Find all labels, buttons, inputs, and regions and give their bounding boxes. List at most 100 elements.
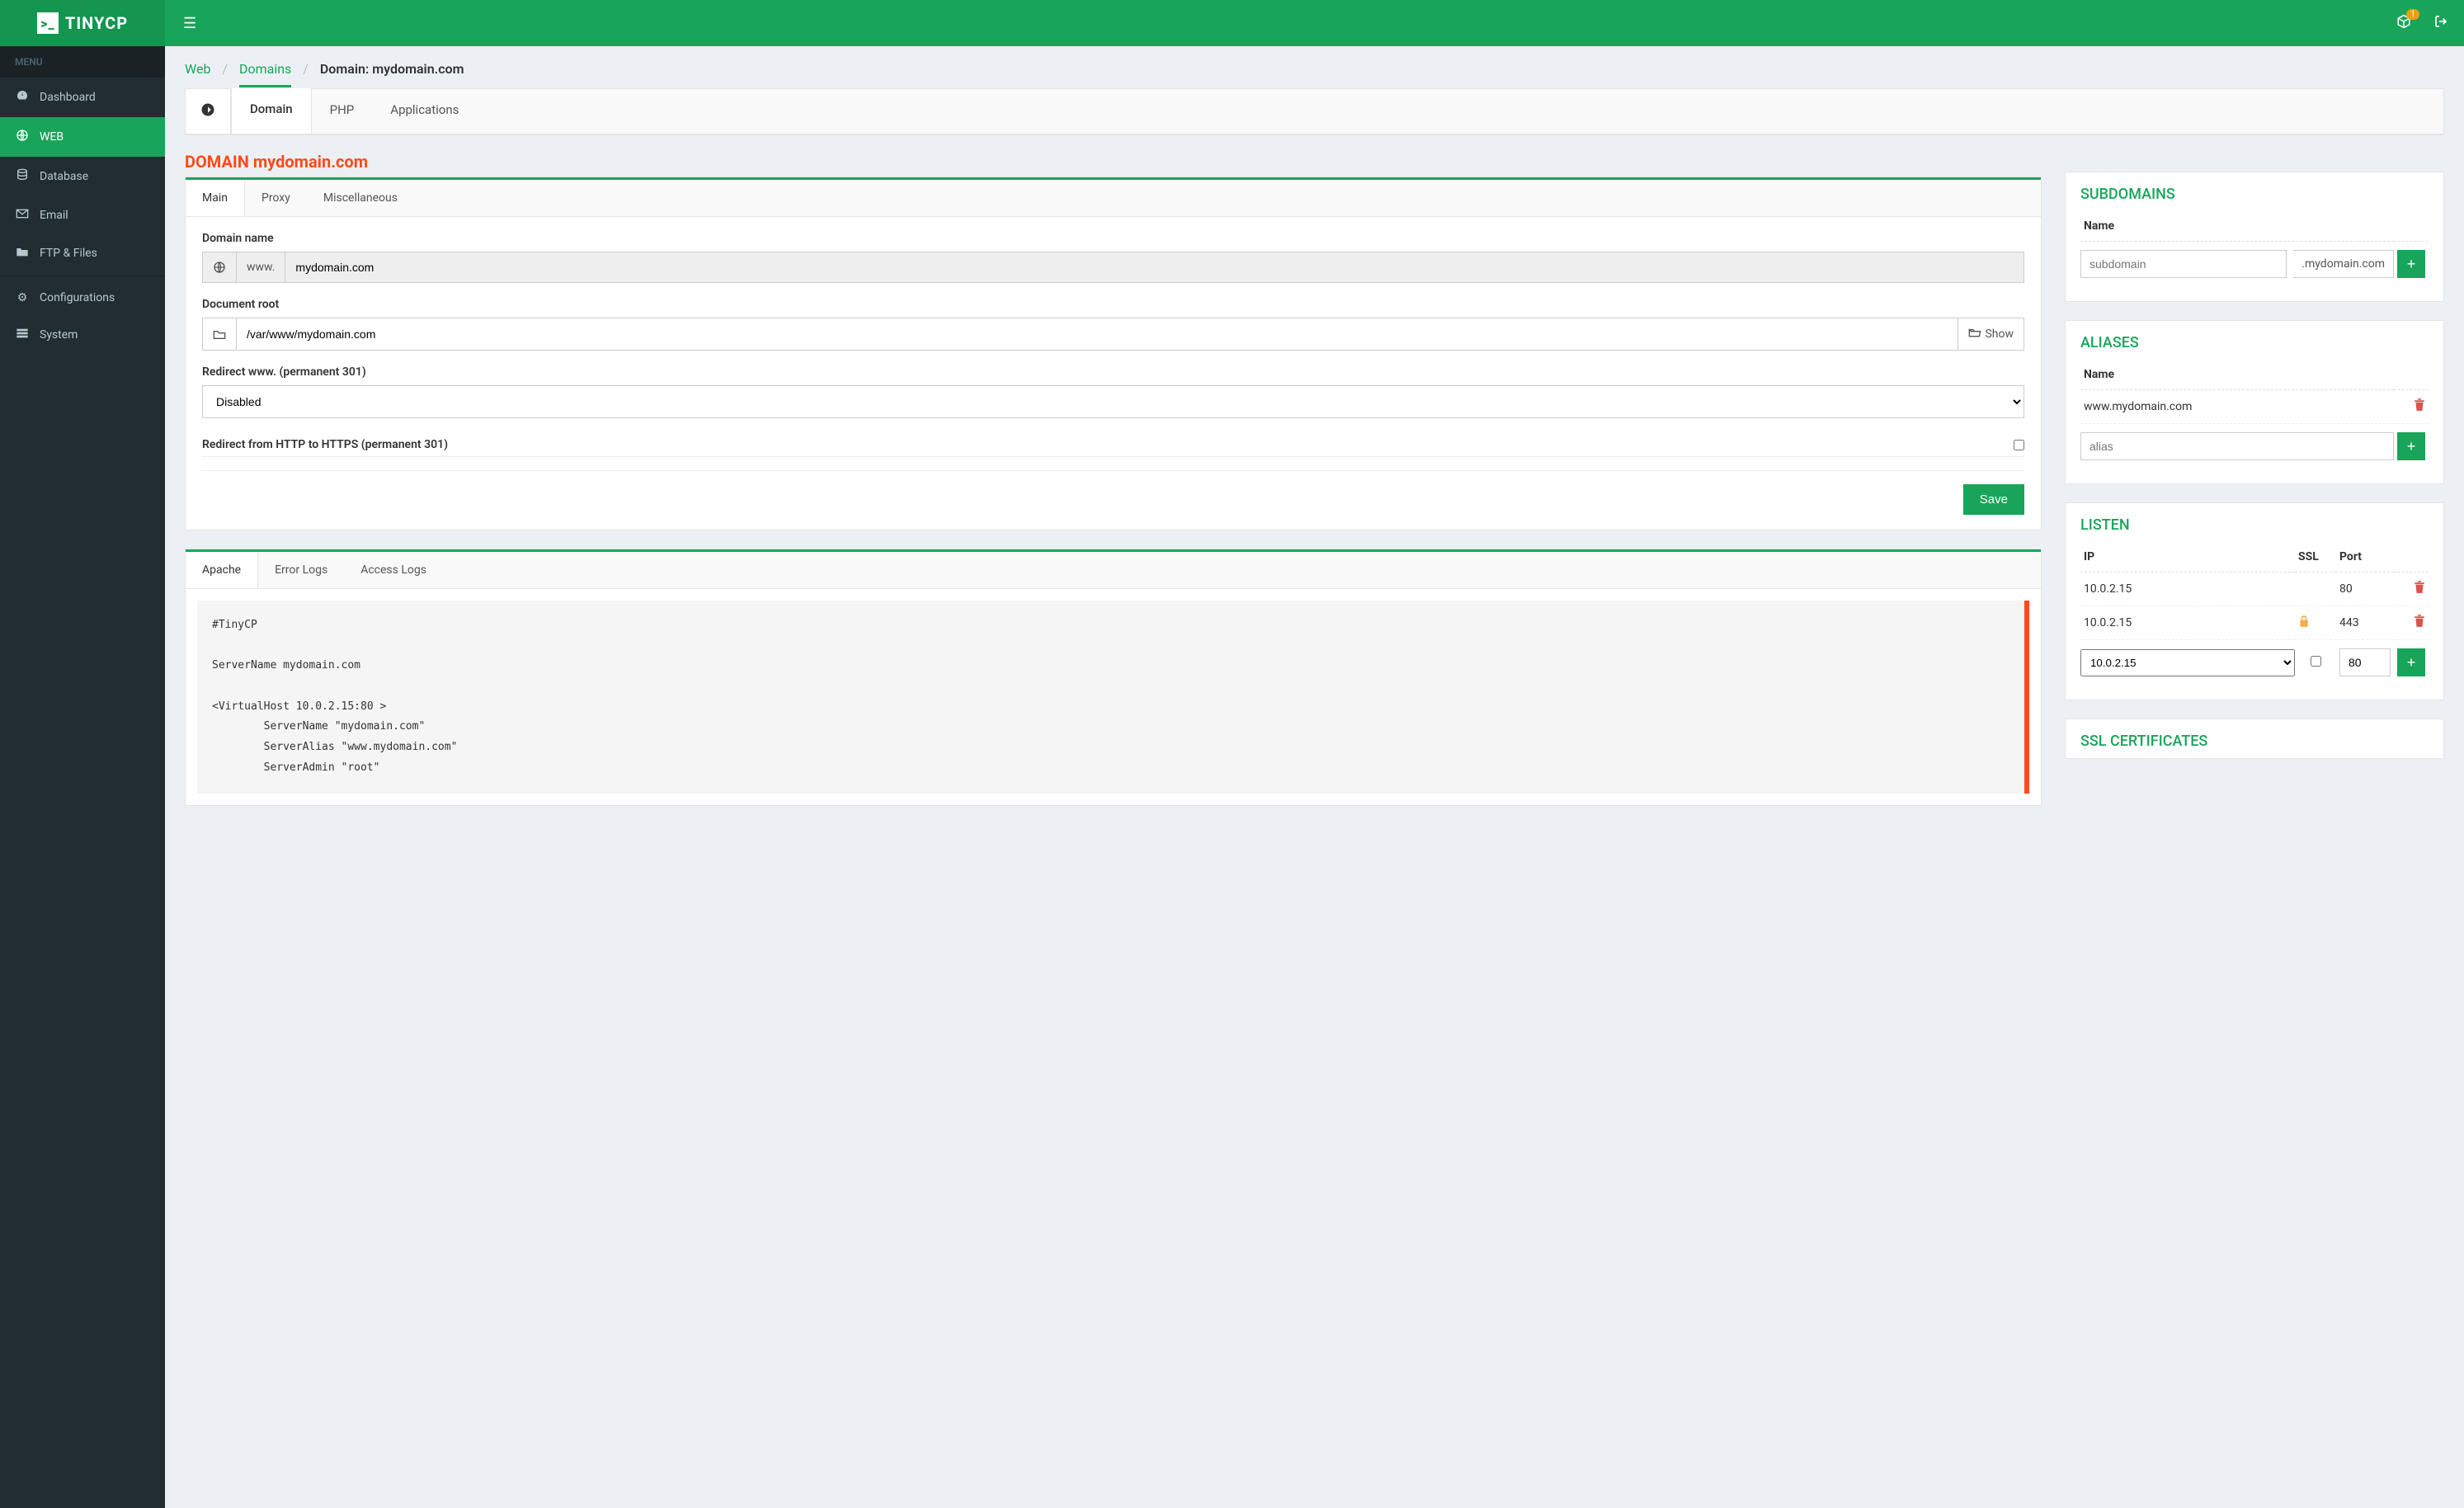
col-port: Port xyxy=(2336,542,2394,573)
sidebar-item-dashboard[interactable]: Dashboard xyxy=(0,78,165,117)
save-button[interactable]: Save xyxy=(1963,484,2024,515)
subtab-miscellaneous[interactable]: Miscellaneous xyxy=(307,180,414,216)
subtab-main[interactable]: Main xyxy=(186,180,245,216)
listen-port: 443 xyxy=(2336,606,2394,640)
sidebar-item-label: FTP & Files xyxy=(40,247,97,260)
folder-icon xyxy=(203,318,237,350)
listen-port: 80 xyxy=(2336,573,2394,606)
alias-input[interactable] xyxy=(2080,432,2394,460)
subtab-proxy[interactable]: Proxy xyxy=(245,180,307,216)
subdomain-input[interactable] xyxy=(2080,250,2287,278)
listen-ssl-checkbox[interactable] xyxy=(2311,656,2321,667)
delete-alias-button[interactable] xyxy=(2414,399,2425,415)
breadcrumb-current: Domain: mydomain.com xyxy=(320,61,464,77)
alias-name: www.mydomain.com xyxy=(2080,390,2394,424)
signout-icon xyxy=(2434,15,2448,32)
logtab-error[interactable]: Error Logs xyxy=(258,552,344,588)
tab-php[interactable]: PHP xyxy=(312,89,373,134)
listen-ssl xyxy=(2295,573,2336,606)
ssl-card: SSL CERTIFICATES xyxy=(2065,719,2444,759)
sidebar-item-label: Configurations xyxy=(40,291,115,304)
sidebar-item-label: Database xyxy=(40,170,88,183)
rows-icon xyxy=(15,328,30,342)
sidebar-item-ftp[interactable]: FTP & Files xyxy=(0,234,165,272)
terminal-icon: >_ xyxy=(37,12,59,34)
listen-ip: 10.0.2.15 xyxy=(2080,606,2295,640)
lock-icon xyxy=(2298,615,2310,631)
table-row: www.mydomain.com xyxy=(2080,390,2429,424)
gauge-icon xyxy=(15,89,30,106)
add-alias-button[interactable]: + xyxy=(2397,432,2425,460)
folder-open-icon xyxy=(1968,327,1981,342)
apache-config-code[interactable]: #TinyCP ServerName mydomain.com <Virtual… xyxy=(197,601,2029,794)
subdomains-card: SUBDOMAINS Name .mydomain.c xyxy=(2065,172,2444,302)
delete-listen-button[interactable] xyxy=(2414,582,2425,597)
logs-tabs: Apache Error Logs Access Logs xyxy=(186,549,2041,589)
redirect-www-label: Redirect www. (permanent 301) xyxy=(202,365,2024,379)
sidebar-menu-header: MENU xyxy=(0,46,165,78)
redirect-https-checkbox[interactable] xyxy=(2014,440,2024,450)
col-ssl: SSL xyxy=(2295,542,2336,573)
globe-icon xyxy=(203,252,237,282)
docroot-label: Document root xyxy=(202,298,2024,311)
domain-name-input[interactable] xyxy=(285,252,2023,282)
subdomain-suffix: .mydomain.com xyxy=(2293,250,2394,278)
sidebar-item-label: System xyxy=(40,328,78,342)
col-name: Name xyxy=(2080,360,2394,390)
logtab-apache[interactable]: Apache xyxy=(186,552,258,588)
show-docroot-button[interactable]: Show xyxy=(1958,318,2023,350)
card-title: SSL CERTIFICATES xyxy=(2066,719,2443,758)
section-title: DOMAIN mydomain.com xyxy=(185,152,2042,172)
card-title: ALIASES xyxy=(2066,321,2443,360)
card-title: LISTEN xyxy=(2066,503,2443,542)
sidebar-item-system[interactable]: System xyxy=(0,316,165,354)
logs-panel: Apache Error Logs Access Logs #TinyCP Se… xyxy=(185,549,2042,806)
sidebar-item-web[interactable]: WEB xyxy=(0,117,165,157)
table-row: 10.0.2.15 443 xyxy=(2080,606,2429,640)
listen-ip-select[interactable]: 10.0.2.15 xyxy=(2080,649,2295,676)
domain-name-group: www. xyxy=(202,252,2024,283)
main-content: Web / Domains / Domain: mydomain.com Dom… xyxy=(165,46,2464,1508)
back-circle-icon xyxy=(200,106,215,120)
sidebar-item-label: Email xyxy=(40,209,68,222)
cog-icon: ⚙ xyxy=(15,291,30,304)
primary-tabs-panel: Domain PHP Applications xyxy=(185,88,2444,135)
primary-tabs: Domain PHP Applications xyxy=(186,89,2443,134)
www-prefix: www. xyxy=(237,252,285,282)
logtab-access[interactable]: Access Logs xyxy=(344,552,443,588)
sidebar-toggle[interactable]: ☰ xyxy=(165,15,214,32)
tab-applications[interactable]: Applications xyxy=(372,89,477,134)
breadcrumb: Web / Domains / Domain: mydomain.com xyxy=(185,61,2444,77)
col-name: Name xyxy=(2080,211,2394,242)
breadcrumb-web[interactable]: Web xyxy=(185,61,210,77)
listen-ip: 10.0.2.15 xyxy=(2080,573,2295,606)
sidebar-item-email[interactable]: Email xyxy=(0,196,165,234)
sidebar-item-label: Dashboard xyxy=(40,91,96,104)
redirect-https-label: Redirect from HTTP to HTTPS (permanent 3… xyxy=(202,438,448,451)
updates-button[interactable]: 1 xyxy=(2396,14,2411,33)
domain-form-panel: Main Proxy Miscellaneous Domain name xyxy=(185,177,2042,530)
mail-icon xyxy=(15,208,30,223)
add-listen-button[interactable]: + xyxy=(2397,648,2425,676)
add-subdomain-button[interactable]: + xyxy=(2397,250,2425,278)
card-title: SUBDOMAINS xyxy=(2066,172,2443,211)
col-ip: IP xyxy=(2080,542,2295,573)
breadcrumb-domains[interactable]: Domains xyxy=(239,61,291,87)
brand-logo[interactable]: >_ TINYCP xyxy=(0,0,165,46)
sub-tabs: Main Proxy Miscellaneous xyxy=(186,177,2041,217)
tab-domain[interactable]: Domain xyxy=(231,88,312,134)
docroot-group: Show xyxy=(202,318,2024,351)
table-row: 10.0.2.15 80 xyxy=(2080,573,2429,606)
redirect-www-select[interactable]: Disabled xyxy=(202,385,2024,418)
logout-button[interactable] xyxy=(2434,15,2448,32)
sidebar-item-label: WEB xyxy=(40,130,64,144)
topbar: >_ TINYCP ☰ 1 xyxy=(0,0,2464,46)
delete-listen-button[interactable] xyxy=(2414,615,2425,631)
listen-port-input[interactable] xyxy=(2339,648,2391,676)
tab-back[interactable] xyxy=(186,89,231,134)
sidebar-item-database[interactable]: Database xyxy=(0,157,165,196)
sidebar-item-configurations[interactable]: ⚙ Configurations xyxy=(0,280,165,316)
aliases-card: ALIASES Name www.mydomain.com xyxy=(2065,320,2444,484)
globe-icon xyxy=(15,129,30,145)
docroot-input[interactable] xyxy=(237,318,1958,350)
